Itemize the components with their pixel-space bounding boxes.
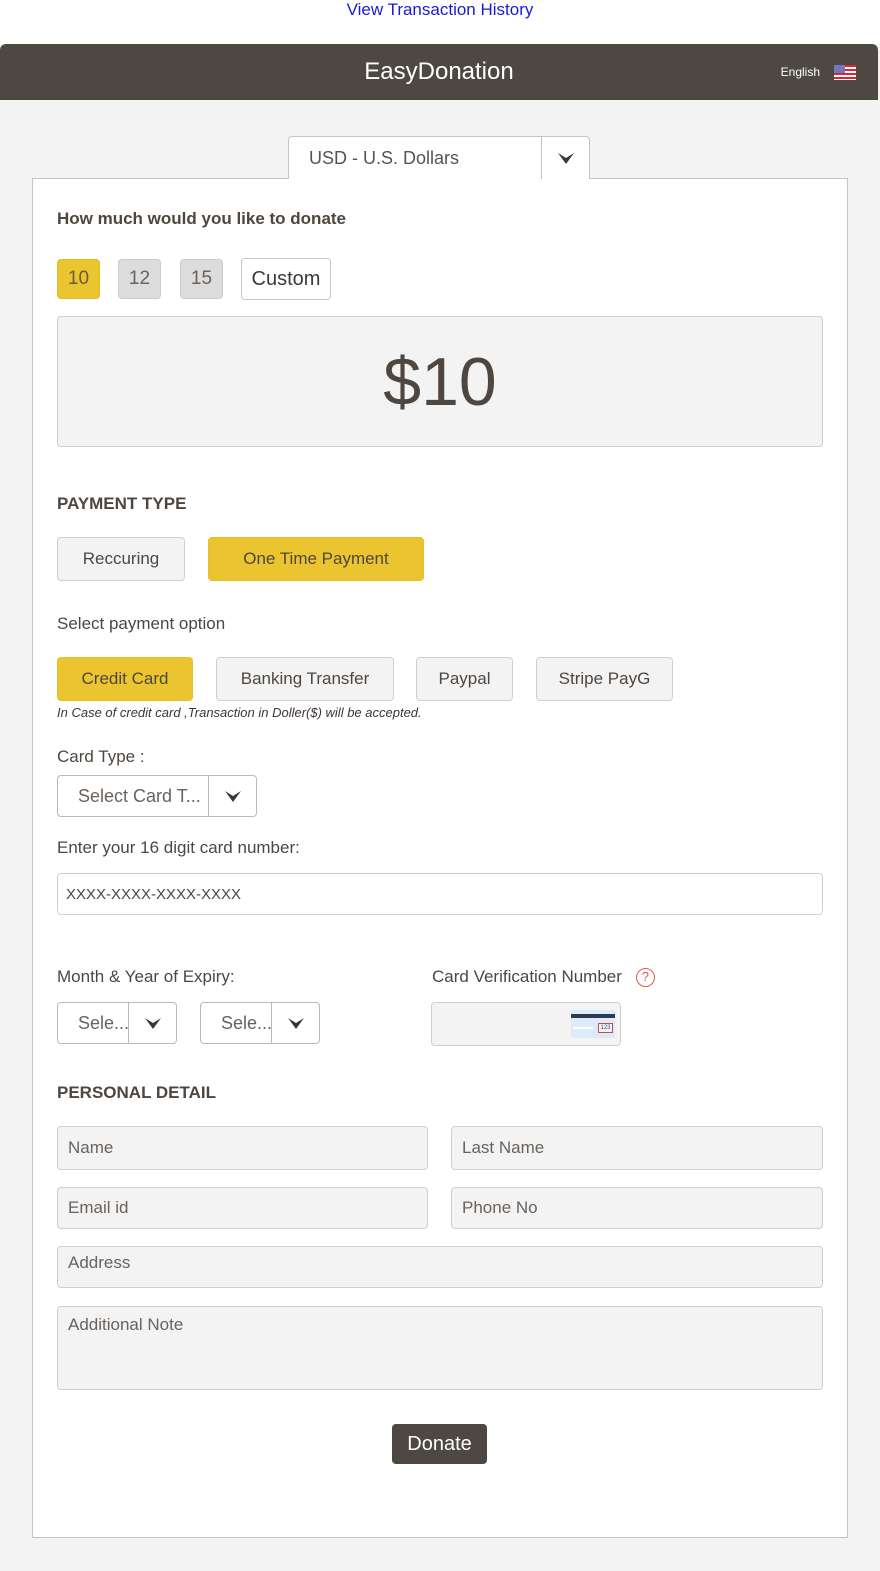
currency-selected-value: USD - U.S. Dollars bbox=[309, 148, 460, 168]
expiry-month-select[interactable]: Sele... bbox=[57, 1002, 177, 1044]
amount-option-12[interactable]: 12 bbox=[118, 259, 161, 299]
currency-select[interactable]: USD - U.S. Dollars bbox=[288, 136, 590, 179]
payment-type-recurring[interactable]: Reccuring bbox=[57, 537, 185, 581]
payment-type-one-time[interactable]: One Time Payment bbox=[208, 537, 424, 581]
personal-detail-title: PERSONAL DETAIL bbox=[57, 1083, 216, 1102]
amount-option-custom[interactable]: Custom bbox=[241, 258, 331, 300]
amount-option-15[interactable]: 15 bbox=[180, 259, 223, 299]
donation-form-card: How much would you like to donate 10 12 … bbox=[32, 178, 848, 1538]
payment-option-paypal[interactable]: Paypal bbox=[416, 657, 513, 701]
help-icon[interactable]: ? bbox=[635, 967, 655, 987]
chevron-down-icon bbox=[144, 1018, 161, 1029]
additional-note-input[interactable] bbox=[57, 1306, 823, 1390]
expiry-month-selected-value: Sele... bbox=[78, 1013, 130, 1033]
card-number-input[interactable] bbox=[57, 873, 823, 915]
expiry-year-selected-value: Sele... bbox=[221, 1013, 273, 1033]
language-label: English bbox=[780, 65, 820, 79]
currency-dropdown-toggle[interactable] bbox=[541, 137, 589, 179]
payment-option-stripe[interactable]: Stripe PayG bbox=[536, 657, 673, 701]
expiry-year-dropdown-toggle[interactable] bbox=[271, 1003, 319, 1043]
app-title: EasyDonation bbox=[364, 58, 514, 85]
donation-question: How much would you like to donate bbox=[57, 209, 347, 228]
language-selector[interactable]: English bbox=[781, 62, 856, 82]
expiry-label: Month & Year of Expiry: bbox=[57, 967, 235, 986]
top-link-bar: View Transaction History bbox=[0, 0, 880, 44]
selected-amount-display: $10 bbox=[57, 316, 823, 447]
address-input[interactable] bbox=[57, 1246, 823, 1288]
payment-option-credit-card[interactable]: Credit Card bbox=[57, 657, 193, 701]
cvv-label: Card Verification Number bbox=[432, 967, 622, 986]
chevron-down-icon bbox=[557, 153, 574, 164]
us-flag-icon bbox=[834, 64, 856, 80]
view-transaction-history-link[interactable]: View Transaction History bbox=[347, 0, 534, 20]
chevron-down-icon bbox=[287, 1018, 304, 1029]
expiry-year-select[interactable]: Sele... bbox=[200, 1002, 320, 1044]
donate-button[interactable]: Donate bbox=[392, 1424, 487, 1464]
app-header: EasyDonation English bbox=[0, 44, 878, 100]
card-type-dropdown-toggle[interactable] bbox=[208, 776, 256, 816]
cvv-field: 123 bbox=[431, 1002, 621, 1046]
card-number-label: Enter your 16 digit card number: bbox=[57, 838, 300, 857]
expiry-month-dropdown-toggle[interactable] bbox=[128, 1003, 176, 1043]
card-type-select[interactable]: Select Card T... bbox=[57, 775, 257, 817]
payment-option-label: Select payment option bbox=[57, 614, 226, 633]
last-name-input[interactable] bbox=[451, 1126, 823, 1170]
credit-card-note: In Case of credit card ,Transaction in D… bbox=[57, 705, 422, 720]
phone-input[interactable] bbox=[451, 1187, 823, 1229]
card-type-label: Card Type : bbox=[57, 747, 145, 766]
cvv-card-icon: 123 bbox=[571, 1010, 615, 1038]
email-input[interactable] bbox=[57, 1187, 428, 1229]
card-type-selected-value: Select Card T... bbox=[78, 786, 201, 806]
cvv-label-row: Card Verification Number ? bbox=[432, 967, 655, 987]
first-name-input[interactable] bbox=[57, 1126, 428, 1170]
amount-option-10[interactable]: 10 bbox=[57, 259, 100, 299]
payment-option-banking-transfer[interactable]: Banking Transfer bbox=[216, 657, 394, 701]
chevron-down-icon bbox=[224, 791, 241, 802]
payment-type-title: PAYMENT TYPE bbox=[57, 494, 187, 513]
